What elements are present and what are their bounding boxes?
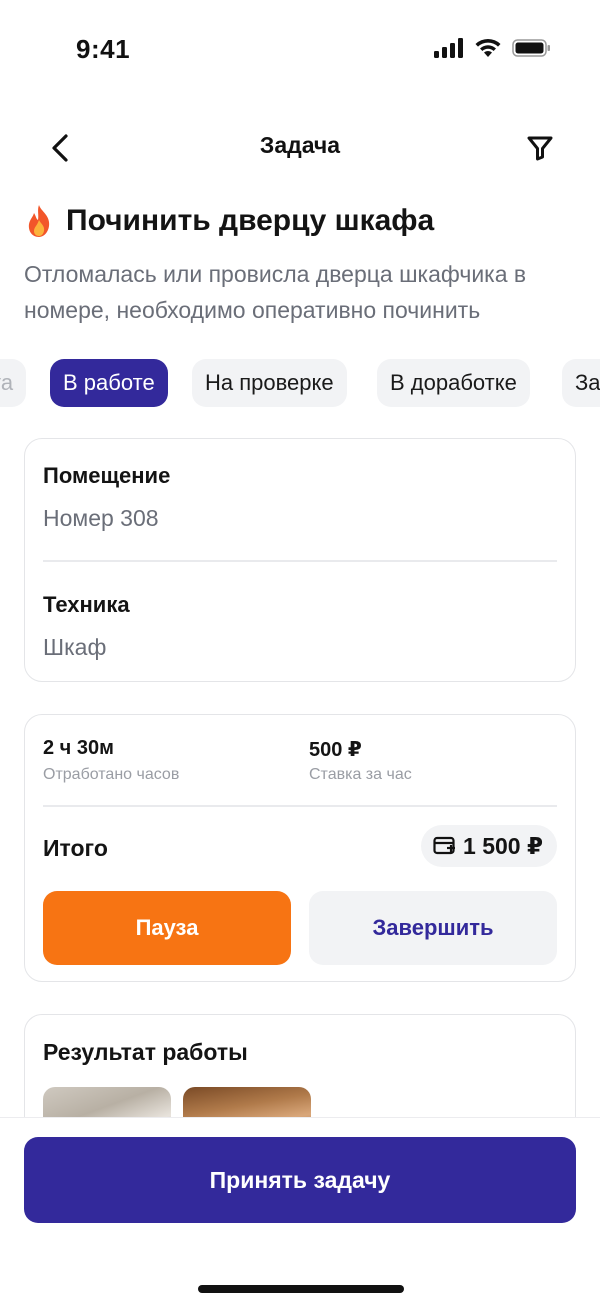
chip-status-next[interactable]: За	[562, 359, 600, 407]
task-title: Починить дверцу шкафа	[66, 204, 435, 237]
status-icons	[434, 38, 552, 58]
equipment-value: Шкаф	[43, 634, 107, 660]
pause-button[interactable]: Пауза	[43, 891, 291, 965]
battery-icon	[512, 39, 550, 57]
result-title: Результат работы	[43, 1039, 248, 1065]
chip-status-rework[interactable]: В доработке	[377, 359, 530, 407]
cellular-signal-icon	[434, 38, 463, 58]
divider	[43, 805, 557, 807]
total-value: 1 500 ₽	[463, 832, 543, 859]
total-badge: 1 500 ₽	[421, 825, 557, 867]
info-card: Помещение Номер 308 Техника Шкаф	[24, 438, 576, 682]
bottom-panel: Принять задачу	[0, 1117, 600, 1305]
wifi-icon	[475, 38, 501, 57]
work-card: 2 ч 30м Отработано часов 500 ₽ Ставка за…	[24, 714, 576, 982]
chip-status-review[interactable]: На проверке	[192, 359, 347, 407]
status-bar: 9:41	[0, 0, 600, 100]
task-description: Отломалась или провисла дверца шкафчика …	[24, 261, 527, 323]
hours-value: 2 ч 30м	[43, 737, 114, 759]
task-header: Починить дверцу шкафа	[24, 204, 434, 238]
fire-icon	[28, 205, 50, 237]
rate-value: 500 ₽	[309, 739, 362, 761]
home-indicator	[198, 1285, 404, 1293]
room-label: Помещение	[43, 463, 171, 488]
chip-status-previous[interactable]: та	[0, 359, 27, 407]
filter-icon	[527, 136, 553, 161]
hours-label: Отработано часов	[43, 766, 180, 783]
status-chips: та В работе На проверке В доработке За	[0, 359, 600, 409]
filter-button[interactable]	[520, 128, 560, 168]
wallet-icon	[433, 836, 456, 855]
equipment-label: Техника	[43, 592, 130, 617]
finish-button[interactable]: Завершить	[309, 891, 557, 965]
nav-bar: Задача	[0, 118, 600, 178]
room-value: Номер 308	[43, 505, 159, 531]
chip-status-in-progress[interactable]: В работе	[50, 359, 168, 407]
accept-task-button[interactable]: Принять задачу	[24, 1137, 576, 1223]
page-title: Задача	[259, 132, 341, 158]
status-time: 9:41	[76, 34, 131, 64]
rate-label: Ставка за час	[309, 766, 412, 783]
divider	[43, 560, 557, 562]
total-label: Итого	[43, 835, 108, 861]
